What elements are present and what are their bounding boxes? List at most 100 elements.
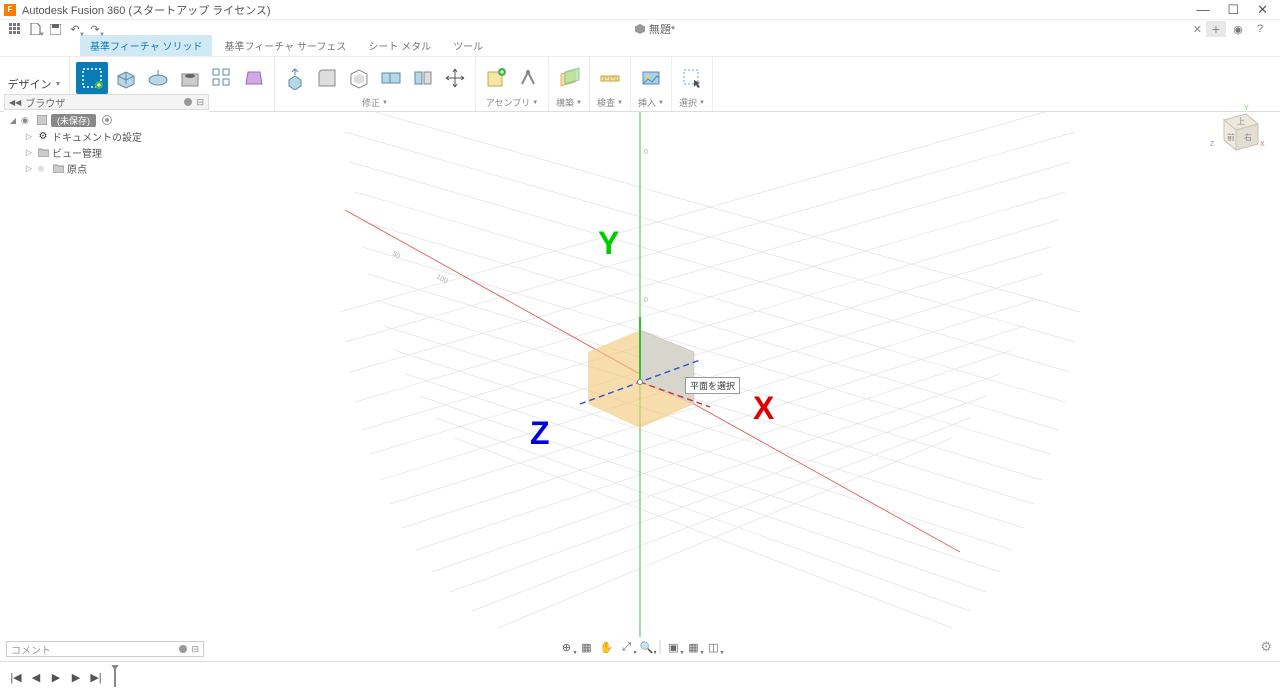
new-tab-button[interactable]: +: [1206, 21, 1226, 37]
collapse-icon[interactable]: ◀◀: [9, 98, 21, 107]
select-button[interactable]: [678, 64, 706, 92]
expand-icon[interactable]: ▷: [24, 148, 34, 157]
joint-button[interactable]: [514, 64, 542, 92]
orbit-button[interactable]: ⊕▼: [558, 638, 576, 656]
extrude-button[interactable]: [112, 64, 140, 92]
viewcube[interactable]: Y X Z 上 前 右: [1206, 100, 1266, 160]
display-button[interactable]: ▣▼: [665, 638, 683, 656]
tree-doc-settings[interactable]: ▷ ⚙ ドキュメントの設定: [4, 128, 209, 144]
svg-text:100: 100: [435, 274, 449, 286]
pan-button[interactable]: ✋: [598, 638, 616, 656]
create-form-button[interactable]: [240, 64, 268, 92]
comment-bar[interactable]: コメント ⊟: [6, 641, 204, 657]
maximize-button[interactable]: ☐: [1227, 2, 1239, 18]
record-icon[interactable]: [102, 115, 112, 125]
svg-text:0: 0: [644, 297, 648, 304]
insert-button[interactable]: [637, 64, 665, 92]
gear-icon: ⚙: [37, 130, 49, 142]
timeline-play-button[interactable]: ▶: [48, 670, 64, 686]
group-inspect-label: 検査: [597, 96, 615, 109]
align-button[interactable]: [409, 64, 437, 92]
minimize-button[interactable]: —: [1196, 2, 1209, 18]
browser-panel: ◀◀ ブラウザ ⊟ ◢ ◉ (未保存) ▷ ⚙ ドキュメントの設定 ▷ ビュー管…: [4, 94, 209, 178]
group-construct-label: 構築: [556, 96, 574, 109]
close-button[interactable]: ✕: [1257, 2, 1268, 18]
node-label: 原点: [67, 161, 87, 176]
save-button[interactable]: [46, 21, 64, 37]
component-icon: [36, 114, 48, 126]
revolve-button[interactable]: [144, 64, 172, 92]
tab-sheetmetal[interactable]: シート メタル: [358, 35, 441, 56]
construct-plane-button[interactable]: [555, 64, 583, 92]
node-label: ドキュメントの設定: [52, 129, 142, 144]
settings-gear-icon[interactable]: ⚙: [1260, 639, 1272, 655]
folder-icon: [52, 162, 64, 174]
group-select-label: 選択: [679, 96, 697, 109]
document-tab[interactable]: 無題*: [635, 21, 675, 37]
vc-z: Z: [1210, 141, 1215, 148]
timeline-marker[interactable]: [114, 669, 116, 687]
timeline-start-button[interactable]: |◀: [8, 670, 24, 686]
pin-icon[interactable]: ⊟: [196, 97, 204, 108]
shell-button[interactable]: [345, 64, 373, 92]
status-dot-icon: [184, 98, 192, 106]
group-modify-label: 修正: [362, 96, 380, 109]
x-axis-label: X: [753, 390, 774, 427]
expand-icon[interactable]: ◢: [8, 116, 18, 125]
browser-header[interactable]: ◀◀ ブラウザ ⊟: [4, 94, 209, 110]
new-component-button[interactable]: [482, 64, 510, 92]
pattern-button[interactable]: [208, 64, 236, 92]
folder-icon: [37, 146, 49, 158]
group-insert-label: 挿入: [638, 96, 656, 109]
vc-right: 右: [1244, 132, 1252, 142]
y-axis-label: Y: [598, 225, 619, 262]
vc-x: X: [1260, 141, 1265, 148]
zoom-button[interactable]: ⤢▼: [618, 638, 636, 656]
press-pull-button[interactable]: [281, 64, 309, 92]
redo-button[interactable]: ↷▼: [86, 21, 104, 37]
doc-tab-label: 無題*: [649, 21, 675, 37]
fit-button[interactable]: 🔍▼: [638, 638, 656, 656]
tree-view-mgmt[interactable]: ▷ ビュー管理: [4, 144, 209, 160]
tree-root[interactable]: ◢ ◉ (未保存): [4, 112, 209, 128]
svg-text:50: 50: [391, 251, 401, 261]
hole-button[interactable]: [176, 64, 204, 92]
cube-icon: [635, 24, 645, 34]
extensions-button[interactable]: ◉: [1228, 21, 1248, 37]
group-assembly-label: アセンブリ: [486, 96, 531, 109]
look-at-button[interactable]: ▦: [578, 638, 596, 656]
tab-close-button[interactable]: ✕: [1193, 23, 1202, 36]
tab-surface[interactable]: 基準フィーチャ サーフェス: [214, 35, 356, 56]
window-title: Autodesk Fusion 360 (スタートアップ ライセンス): [22, 2, 1196, 18]
pin-icon[interactable]: ⊟: [191, 644, 199, 655]
vc-front: 前: [1227, 132, 1235, 142]
fillet-button[interactable]: [313, 64, 341, 92]
tab-tool[interactable]: ツール: [443, 35, 493, 56]
expand-icon[interactable]: ▷: [24, 164, 34, 173]
help-button[interactable]: ?: [1250, 21, 1270, 37]
undo-button[interactable]: ↶▼: [66, 21, 84, 37]
status-dot-icon: [179, 645, 187, 653]
comment-label: コメント: [11, 642, 179, 657]
app-icon: F: [4, 4, 16, 16]
tree-origin[interactable]: ▷ ◉ 原点: [4, 160, 209, 176]
combine-button[interactable]: [377, 64, 405, 92]
node-label: ビュー管理: [52, 145, 102, 160]
tooltip: 平面を選択: [685, 377, 740, 394]
timeline-end-button[interactable]: ▶|: [88, 670, 104, 686]
app-menu-button[interactable]: [6, 21, 24, 37]
timeline-next-button[interactable]: ▶: [68, 670, 84, 686]
timeline-prev-button[interactable]: ◀: [28, 670, 44, 686]
grid-button[interactable]: ▦▼: [685, 638, 703, 656]
tab-solid[interactable]: 基準フィーチャ ソリッド: [80, 35, 212, 56]
sketch-button[interactable]: [76, 62, 108, 94]
file-button[interactable]: ▼: [26, 21, 44, 37]
root-label: (未保存): [51, 114, 96, 127]
visibility-icon[interactable]: ◉: [21, 115, 33, 126]
move-button[interactable]: [441, 64, 469, 92]
measure-button[interactable]: [596, 64, 624, 92]
expand-icon[interactable]: ▷: [24, 132, 34, 141]
timeline: |◀ ◀ ▶ ▶ ▶|: [0, 661, 1280, 693]
visibility-icon[interactable]: ◉: [37, 163, 49, 174]
viewport-button[interactable]: ◫▼: [705, 638, 723, 656]
